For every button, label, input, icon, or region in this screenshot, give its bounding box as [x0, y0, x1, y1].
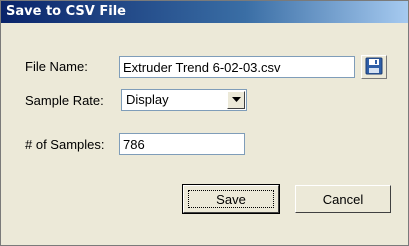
sample-rate-label: Sample Rate: [25, 93, 104, 108]
samples-input[interactable] [119, 133, 245, 155]
dialog-title: Save to CSV File [1, 1, 408, 23]
sample-rate-select[interactable]: Display [121, 89, 247, 111]
file-name-label: File Name: [25, 59, 88, 74]
save-csv-dialog: Save to CSV File File Name: Sample Rate:… [0, 0, 409, 246]
focus-rectangle [188, 190, 274, 208]
cancel-button-label: Cancel [322, 191, 364, 207]
cancel-button[interactable]: Cancel [295, 185, 391, 213]
samples-label: # of Samples: [25, 137, 105, 152]
file-name-input[interactable] [119, 56, 355, 78]
chevron-down-icon[interactable] [227, 91, 245, 109]
sample-rate-value: Display [126, 92, 169, 107]
save-button[interactable]: Save [182, 184, 280, 214]
browse-save-button[interactable] [361, 55, 387, 79]
floppy-disk-icon [365, 57, 383, 78]
